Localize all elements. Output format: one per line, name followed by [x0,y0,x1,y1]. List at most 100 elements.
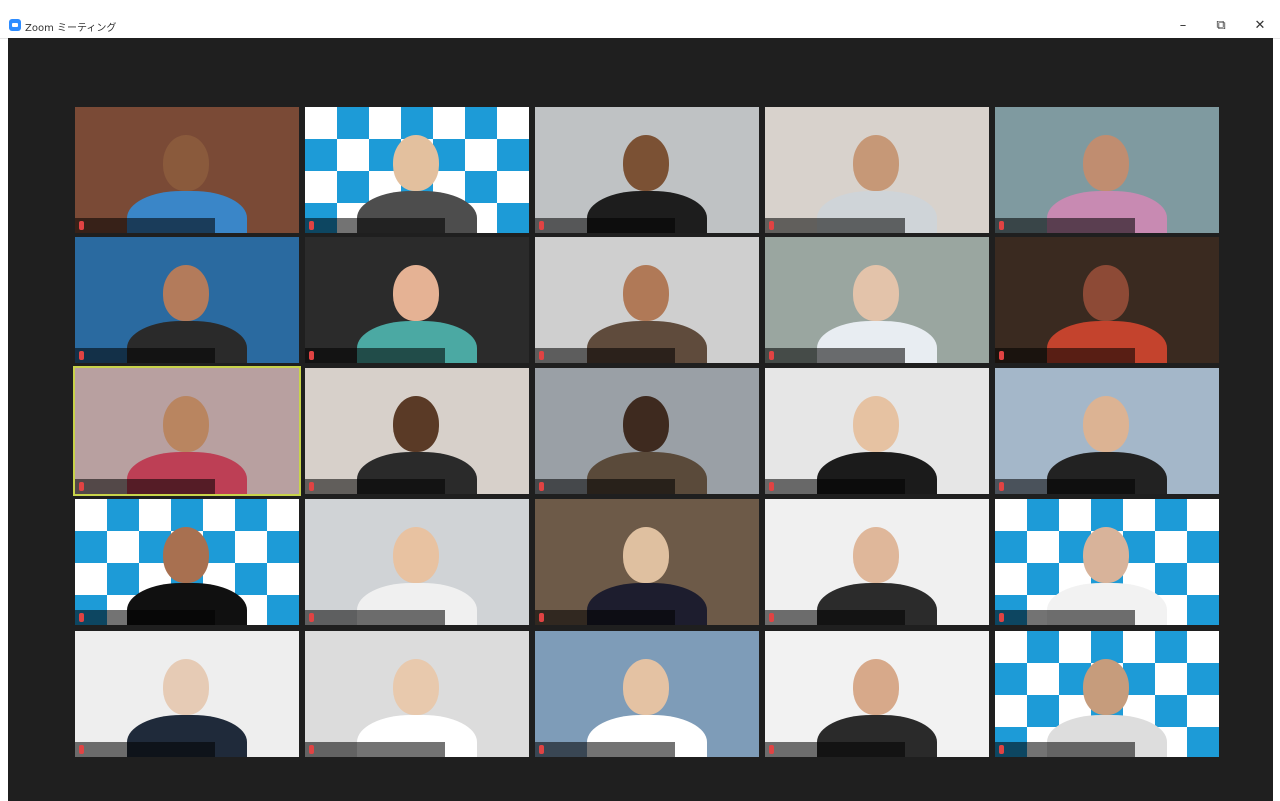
participant-name-label [765,742,905,757]
mic-muted-icon [999,613,1004,622]
participant-video-tile[interactable] [305,237,529,363]
participant-video-tile[interactable] [75,237,299,363]
participant-video-tile[interactable] [995,631,1219,757]
zoom-logo-icon [9,19,21,31]
participant-name-label [75,479,215,494]
participant-video-tile[interactable] [535,237,759,363]
participant-video-tile[interactable] [305,631,529,757]
mic-muted-icon [309,482,314,491]
participant-video-tile[interactable] [305,499,529,625]
participant-video-tile[interactable] [765,107,989,233]
participant-name-label [75,742,215,757]
participant-name-label [305,218,445,233]
participant-video-tile[interactable] [995,237,1219,363]
participant-head [393,527,439,583]
mic-muted-icon [769,482,774,491]
participant-name-label [995,348,1135,363]
participant-name-label [995,218,1135,233]
restore-button[interactable]: ⧉ [1201,14,1241,38]
mic-muted-icon [999,745,1004,754]
mic-muted-icon [999,482,1004,491]
participant-video-tile[interactable] [535,499,759,625]
participant-head [853,527,899,583]
participant-name-label [995,742,1135,757]
mic-muted-icon [539,613,544,622]
participant-name-label [535,479,675,494]
participant-head [1083,659,1129,715]
participant-name-label [75,348,215,363]
close-button[interactable]: ✕ [1240,14,1280,38]
participant-name-label [305,742,445,757]
participant-head [163,396,209,452]
participant-head [853,659,899,715]
mic-muted-icon [79,482,84,491]
participant-head [623,265,669,321]
participant-name-label [305,479,445,494]
gallery-view [8,38,1273,801]
mic-muted-icon [79,745,84,754]
participant-video-tile[interactable] [765,499,989,625]
minimize-button[interactable]: – [1163,14,1203,38]
participant-video-tile[interactable] [765,237,989,363]
window-titlebar: Zoom ミーティング – ⧉ ✕ [0,14,1280,39]
participant-name-label [535,218,675,233]
mic-muted-icon [769,221,774,230]
participant-video-tile[interactable] [75,368,299,494]
participant-head [623,135,669,191]
mic-muted-icon [309,613,314,622]
participant-head [393,659,439,715]
participant-head [1083,265,1129,321]
participant-head [1083,135,1129,191]
mic-muted-icon [999,351,1004,360]
participant-video-tile[interactable] [765,631,989,757]
participant-head [623,659,669,715]
mic-muted-icon [79,221,84,230]
participant-name-label [765,218,905,233]
mic-muted-icon [769,613,774,622]
participant-head [393,265,439,321]
participant-video-tile[interactable] [995,368,1219,494]
participant-head [1083,396,1129,452]
participant-video-tile[interactable] [995,499,1219,625]
participant-name-label [995,479,1135,494]
participant-name-label [535,742,675,757]
mic-muted-icon [539,221,544,230]
participant-name-label [765,610,905,625]
participant-video-tile[interactable] [765,368,989,494]
participant-head [393,396,439,452]
participant-name-label [305,348,445,363]
participant-head [623,527,669,583]
participant-video-tile[interactable] [75,631,299,757]
participant-video-tile[interactable] [995,107,1219,233]
participant-head [163,265,209,321]
participant-head [1083,527,1129,583]
mic-muted-icon [309,745,314,754]
participant-video-tile[interactable] [535,107,759,233]
participant-video-tile[interactable] [75,107,299,233]
participant-video-tile[interactable] [305,107,529,233]
participant-video-tile[interactable] [535,631,759,757]
participant-name-label [75,610,215,625]
participant-video-tile[interactable] [75,499,299,625]
participant-head [393,135,439,191]
mic-muted-icon [999,221,1004,230]
mic-muted-icon [79,351,84,360]
participant-head [163,527,209,583]
participant-name-label [765,479,905,494]
mic-muted-icon [539,745,544,754]
window-title: Zoom ミーティング [25,23,117,34]
mic-muted-icon [79,613,84,622]
mic-muted-icon [769,351,774,360]
participant-head [853,135,899,191]
participant-head [623,396,669,452]
participant-head [163,659,209,715]
mic-muted-icon [309,351,314,360]
participant-video-tile[interactable] [535,368,759,494]
mic-muted-icon [769,745,774,754]
mic-muted-icon [539,351,544,360]
participant-video-tile[interactable] [305,368,529,494]
participant-name-label [535,348,675,363]
mic-muted-icon [539,482,544,491]
participant-name-label [75,218,215,233]
participant-name-label [765,348,905,363]
